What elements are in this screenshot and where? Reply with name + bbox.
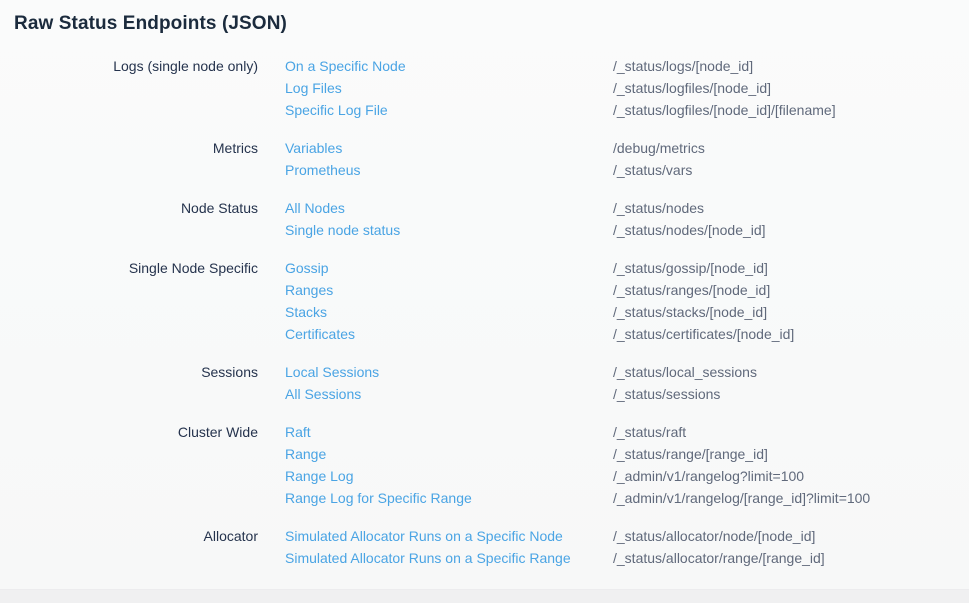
endpoint-link[interactable]: Stacks (258, 301, 613, 323)
endpoint-row: Simulated Allocator Runs on a Specific N… (258, 525, 969, 547)
endpoint-link[interactable]: Prometheus (258, 159, 613, 181)
category-label: Metrics (0, 137, 258, 159)
endpoint-path: /_status/stacks/[node_id] (613, 301, 767, 323)
endpoint-link[interactable]: On a Specific Node (258, 55, 613, 77)
endpoint-path: /_status/ranges/[node_id] (613, 279, 770, 301)
category-label: Allocator (0, 525, 258, 547)
endpoint-rows: Raft /_status/raft Range /_status/range/… (258, 421, 969, 509)
endpoint-link[interactable]: Ranges (258, 279, 613, 301)
endpoint-link[interactable]: All Nodes (258, 197, 613, 219)
endpoint-link[interactable]: Variables (258, 137, 613, 159)
endpoint-row: Local Sessions /_status/local_sessions (258, 361, 969, 383)
endpoint-path: /_status/raft (613, 421, 686, 443)
endpoint-rows: Simulated Allocator Runs on a Specific N… (258, 525, 969, 569)
category-label: Cluster Wide (0, 421, 258, 443)
category-label: Sessions (0, 361, 258, 383)
endpoint-group: Single Node Specific Gossip /_status/gos… (0, 257, 969, 345)
endpoint-path: /_admin/v1/rangelog?limit=100 (613, 465, 804, 487)
endpoint-row: Stacks /_status/stacks/[node_id] (258, 301, 969, 323)
endpoint-link[interactable]: Log Files (258, 77, 613, 99)
endpoint-row: All Sessions /_status/sessions (258, 383, 969, 405)
endpoint-groups: Logs (single node only) On a Specific No… (0, 55, 969, 585)
category-label: Logs (single node only) (0, 55, 258, 77)
category-label: Node Status (0, 197, 258, 219)
endpoint-path: /_status/certificates/[node_id] (613, 323, 794, 345)
endpoint-path: /_status/nodes (613, 197, 704, 219)
endpoint-path: /_status/logs/[node_id] (613, 55, 753, 77)
endpoint-rows: Gossip /_status/gossip/[node_id] Ranges … (258, 257, 969, 345)
endpoint-link[interactable]: Simulated Allocator Runs on a Specific R… (258, 547, 613, 569)
endpoint-path: /_status/vars (613, 159, 692, 181)
endpoint-row: Specific Log File /_status/logfiles/[nod… (258, 99, 969, 121)
endpoint-path: /_status/range/[range_id] (613, 443, 768, 465)
endpoint-group: Cluster Wide Raft /_status/raft Range /_… (0, 421, 969, 509)
page-title: Raw Status Endpoints (JSON) (14, 13, 287, 35)
endpoint-group: Metrics Variables /debug/metrics Prometh… (0, 137, 969, 181)
endpoint-group: Sessions Local Sessions /_status/local_s… (0, 361, 969, 405)
endpoint-link[interactable]: Single node status (258, 219, 613, 241)
endpoint-rows: All Nodes /_status/nodes Single node sta… (258, 197, 969, 241)
endpoint-rows: Variables /debug/metrics Prometheus /_st… (258, 137, 969, 181)
endpoint-link[interactable]: Range Log (258, 465, 613, 487)
debug-endpoints-page: Raw Status Endpoints (JSON) Logs (single… (0, 0, 969, 603)
endpoint-row: Prometheus /_status/vars (258, 159, 969, 181)
endpoint-link[interactable]: Certificates (258, 323, 613, 345)
endpoint-link[interactable]: All Sessions (258, 383, 613, 405)
endpoint-path: /_admin/v1/rangelog/[range_id]?limit=100 (613, 487, 870, 509)
endpoint-path: /_status/allocator/node/[node_id] (613, 525, 815, 547)
endpoint-row: Range Log for Specific Range /_admin/v1/… (258, 487, 969, 509)
endpoint-row: Ranges /_status/ranges/[node_id] (258, 279, 969, 301)
endpoint-row: Log Files /_status/logfiles/[node_id] (258, 77, 969, 99)
endpoint-group: Logs (single node only) On a Specific No… (0, 55, 969, 121)
endpoint-row: Raft /_status/raft (258, 421, 969, 443)
endpoint-link[interactable]: Specific Log File (258, 99, 613, 121)
endpoint-row: Certificates /_status/certificates/[node… (258, 323, 969, 345)
endpoint-path: /_status/nodes/[node_id] (613, 219, 766, 241)
endpoint-path: /_status/sessions (613, 383, 720, 405)
endpoint-row: Variables /debug/metrics (258, 137, 969, 159)
endpoint-link[interactable]: Range Log for Specific Range (258, 487, 613, 509)
endpoint-rows: On a Specific Node /_status/logs/[node_i… (258, 55, 969, 121)
endpoint-link[interactable]: Range (258, 443, 613, 465)
endpoint-row: Range /_status/range/[range_id] (258, 443, 969, 465)
endpoint-row: Range Log /_admin/v1/rangelog?limit=100 (258, 465, 969, 487)
endpoint-path: /_status/logfiles/[node_id]/[filename] (613, 99, 836, 121)
endpoint-link[interactable]: Local Sessions (258, 361, 613, 383)
endpoint-rows: Local Sessions /_status/local_sessions A… (258, 361, 969, 405)
endpoint-row: On a Specific Node /_status/logs/[node_i… (258, 55, 969, 77)
endpoint-row: Single node status /_status/nodes/[node_… (258, 219, 969, 241)
endpoint-path: /_status/local_sessions (613, 361, 757, 383)
endpoint-path: /_status/logfiles/[node_id] (613, 77, 771, 99)
endpoint-group: Node Status All Nodes /_status/nodes Sin… (0, 197, 969, 241)
endpoint-path: /_status/allocator/range/[range_id] (613, 547, 825, 569)
footer-strip (0, 589, 969, 603)
endpoint-link[interactable]: Simulated Allocator Runs on a Specific N… (258, 525, 613, 547)
endpoint-group: Allocator Simulated Allocator Runs on a … (0, 525, 969, 569)
endpoint-link[interactable]: Raft (258, 421, 613, 443)
endpoint-row: Simulated Allocator Runs on a Specific R… (258, 547, 969, 569)
category-label: Single Node Specific (0, 257, 258, 279)
endpoint-path: /_status/gossip/[node_id] (613, 257, 768, 279)
endpoint-path: /debug/metrics (613, 137, 705, 159)
endpoint-link[interactable]: Gossip (258, 257, 613, 279)
endpoint-row: All Nodes /_status/nodes (258, 197, 969, 219)
endpoint-row: Gossip /_status/gossip/[node_id] (258, 257, 969, 279)
